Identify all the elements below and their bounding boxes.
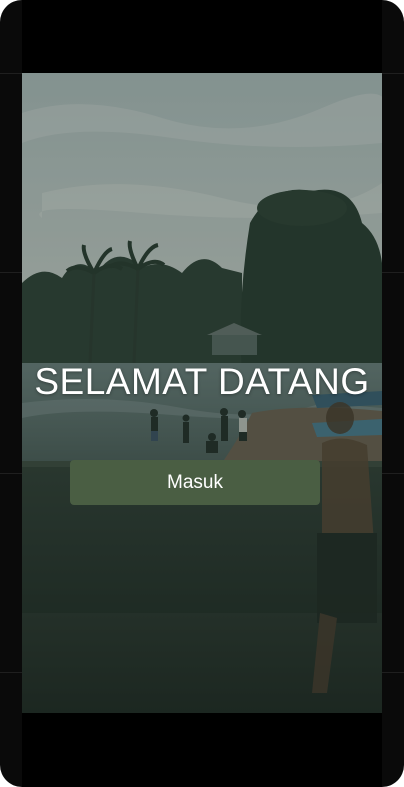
welcome-screen: SELAMAT DATANG Masuk — [22, 73, 382, 713]
navigation-bar — [22, 713, 382, 787]
phone-frame: SELAMAT DATANG Masuk — [0, 0, 404, 787]
status-bar — [22, 0, 382, 73]
login-button[interactable]: Masuk — [70, 460, 320, 505]
welcome-title: SELAMAT DATANG — [34, 361, 370, 402]
